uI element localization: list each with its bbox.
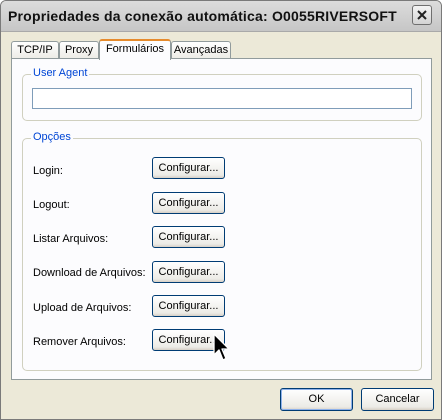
- list-files-label: Listar Arquivos:: [33, 233, 109, 245]
- window-title: Propriedades da conexão automática: O005…: [8, 8, 397, 24]
- options-legend: Opções: [31, 131, 73, 143]
- upload-files-label: Upload de Arquivos:: [33, 302, 132, 314]
- close-button[interactable]: [412, 5, 432, 25]
- configure-download-files-button[interactable]: Configurar...: [152, 261, 225, 283]
- user-agent-input[interactable]: [32, 88, 412, 109]
- configure-login-button[interactable]: Configurar...: [152, 157, 225, 179]
- login-label: Login:: [33, 165, 63, 177]
- mouse-pointer-icon: [213, 333, 230, 361]
- tab-avancadas[interactable]: Avançadas: [171, 41, 231, 59]
- tab-formularios[interactable]: Formulários: [99, 39, 171, 60]
- tab-tcpip[interactable]: TCP/IP: [11, 41, 59, 59]
- title-bar: Propriedades da conexão automática: O005…: [1, 1, 441, 32]
- remove-files-label: Remover Arquivos:: [33, 336, 126, 348]
- configure-list-files-button[interactable]: Configurar...: [152, 226, 225, 248]
- download-files-label: Download de Arquivos:: [33, 267, 146, 279]
- user-agent-legend: User Agent: [31, 67, 90, 79]
- close-icon: [417, 10, 427, 20]
- tab-proxy[interactable]: Proxy: [59, 41, 99, 59]
- cancel-button[interactable]: Cancelar: [361, 388, 434, 411]
- ok-button[interactable]: OK: [280, 388, 353, 411]
- configure-upload-files-button[interactable]: Configurar...: [152, 295, 225, 317]
- configure-logout-button[interactable]: Configurar...: [152, 192, 225, 214]
- logout-label: Logout:: [33, 199, 70, 211]
- tab-panel-formularios: User Agent Opções Login: Configurar... L…: [11, 58, 432, 380]
